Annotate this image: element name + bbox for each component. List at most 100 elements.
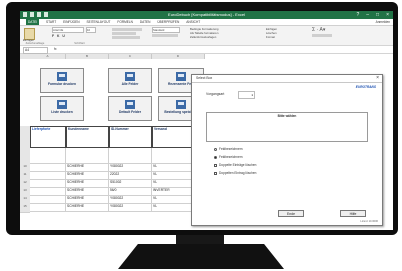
option-radio-2[interactable]: Feldbezeichnern (214, 155, 243, 160)
all-fields-button[interactable]: Alle Felder (108, 68, 152, 93)
excel-window: EuroDebuch [Kompatibilitätsmodus] - Exce… (20, 11, 393, 230)
font-name-select[interactable]: Arial CE (52, 27, 84, 33)
table-cell[interactable] (30, 204, 66, 212)
option-radio-1[interactable]: Feldbezeichnern (214, 147, 243, 152)
maximize-button[interactable]: □ (376, 11, 379, 19)
all-fields-button-label: Alle Felder (121, 82, 139, 86)
brand-logo: EUROTRANS (355, 85, 376, 89)
cells-group: Einfügen Löschen Format (266, 27, 306, 44)
table-cell[interactable] (30, 196, 66, 204)
font-group-label: Schriftart (74, 42, 85, 45)
table-cell[interactable]: SCHIERHE (66, 196, 109, 204)
column-header-b[interactable]: B (66, 54, 109, 59)
default-fields-button-label: Default Felder (119, 110, 141, 114)
header-kundenname[interactable]: Kundenname (66, 126, 109, 148)
fx-icon[interactable]: fx (54, 46, 57, 53)
font-group: Arial CE 10 F K U Schriftart (52, 27, 107, 45)
column-header-a[interactable]: A (30, 54, 66, 59)
autosum-icon[interactable]: Σ · A▾ (312, 27, 352, 33)
ribbon-tabs: DATEI START EINFÜGEN SEITENLAYOUT FORMEL… (20, 19, 393, 26)
font-size-select[interactable]: 10 (86, 27, 96, 33)
option-check-2[interactable]: Doppelten Eintrag löschen (214, 171, 256, 176)
column-header-d[interactable]: D (152, 54, 205, 59)
table-cell[interactable]: Y080022 (109, 196, 152, 204)
formula-bar: A4 fx (20, 46, 393, 54)
table-cell[interactable] (30, 172, 66, 180)
table-icon (125, 72, 135, 81)
tab-ueberpruefen[interactable]: ÜBERPRÜFEN (157, 19, 179, 25)
table-cell[interactable]: SCHIERHE (66, 180, 109, 188)
dialog-title: Select Box (192, 75, 382, 83)
monitor-stand (118, 244, 284, 269)
option-label: Feldbezeichnern (219, 147, 243, 151)
table-cell[interactable]: SCHIERHE (66, 188, 109, 196)
option-check-1[interactable]: Doppelte Einträge löschen (214, 163, 256, 168)
tab-formeln[interactable]: FORMELN (117, 19, 133, 25)
select-box-dialog: Select Box × EUROTRANS Vorgangsart 1 Bit… (191, 74, 383, 226)
row-header[interactable]: 15 (20, 204, 30, 213)
table-cell[interactable]: 22022 (109, 172, 152, 180)
tab-seitenlayout[interactable]: SEITENLAYOUT (86, 19, 110, 25)
ribbon: Einfügen Zwischenablage Arial CE 10 F K … (20, 26, 393, 46)
print-list-button[interactable]: Liste drucken (40, 96, 84, 121)
number-format-select[interactable]: Standard (152, 27, 180, 33)
column-header-c[interactable]: C (109, 54, 152, 59)
print-form-button[interactable]: Formular drucken (40, 68, 84, 93)
tab-ansicht[interactable]: ANSICHT (186, 19, 200, 25)
row-header[interactable] (20, 126, 30, 149)
table-cell[interactable]: Y080022 (109, 164, 152, 172)
row-header[interactable] (20, 148, 30, 165)
tab-daten[interactable]: DATEN (140, 19, 151, 25)
license-footer: Lizenz 10.0006 (360, 220, 378, 223)
window-controls: ? – □ × (356, 11, 389, 19)
field-select[interactable]: 1 (238, 91, 255, 99)
format-cells-button[interactable]: Format (266, 35, 306, 39)
name-box[interactable]: A4 (23, 47, 48, 54)
close-button[interactable]: × (386, 11, 389, 19)
table-cell[interactable] (30, 164, 66, 172)
table-cell[interactable]: 56/0 (109, 188, 152, 196)
window-title: EuroDebuch [Kompatibilitätsmodus] - Exce… (168, 12, 245, 17)
select-all-corner[interactable] (20, 54, 30, 59)
field-label: Vorgangsart (206, 92, 225, 96)
table-cell[interactable] (109, 148, 152, 164)
print-list-button-label: Liste drucken (51, 110, 73, 114)
table-cell[interactable] (66, 148, 109, 164)
checkbox-icon (214, 171, 217, 175)
minimize-button[interactable]: – (366, 11, 369, 19)
printer-icon (57, 72, 67, 81)
dialog-close-icon[interactable]: × (376, 75, 379, 82)
clipboard-group: Einfügen Zwischenablage (22, 27, 48, 45)
default-fields-button[interactable]: Default Felder (108, 96, 152, 121)
cell-styles-button[interactable]: Zellenformatvorlagen (190, 35, 262, 39)
table-cell[interactable] (30, 188, 66, 196)
ok-button[interactable]: Ende (278, 210, 304, 217)
table-cell[interactable] (30, 180, 66, 188)
table-cell[interactable]: Y080022 (109, 204, 152, 212)
signin-link[interactable]: Anmelden (376, 19, 390, 25)
table-cell[interactable]: SCHIERHE (66, 172, 109, 180)
save-icon (176, 100, 186, 109)
header-id-nummer[interactable]: ID-Nummer (109, 126, 152, 148)
checkbox-icon (214, 163, 217, 167)
header-lieferpforte[interactable]: Lieferpforte (30, 126, 66, 148)
table-cell[interactable]: SCHIERHE (66, 204, 109, 212)
font-style-buttons[interactable]: F K U (52, 34, 107, 38)
styles-group: Bedingte Formatierung Als Tabelle format… (190, 27, 262, 44)
table-cell[interactable]: S51002 (109, 180, 152, 188)
help-button[interactable]: Hilfe (340, 210, 366, 217)
worksheet-grid[interactable]: A B C D Formular drucken Alle Felder Rez… (20, 54, 205, 230)
table-cell[interactable]: SCHIERHE (66, 164, 109, 172)
tab-datei[interactable]: DATEI (26, 19, 40, 25)
tab-einfuegen[interactable]: EINFÜGEN (63, 19, 79, 25)
table-cell[interactable] (30, 148, 66, 164)
table-icon (125, 100, 135, 109)
tab-start[interactable]: START (46, 19, 56, 25)
title-bar: EuroDebuch [Kompatibilitätsmodus] - Exce… (20, 11, 393, 19)
clipboard-group-label: Zwischenablage (25, 42, 45, 45)
list-icon (57, 100, 67, 109)
option-listbox[interactable] (206, 119, 368, 142)
radio-selected-icon (214, 155, 217, 159)
help-button[interactable]: ? (356, 11, 359, 19)
monitor-frame: EuroDebuch [Kompatibilitätsmodus] - Exce… (6, 2, 398, 235)
